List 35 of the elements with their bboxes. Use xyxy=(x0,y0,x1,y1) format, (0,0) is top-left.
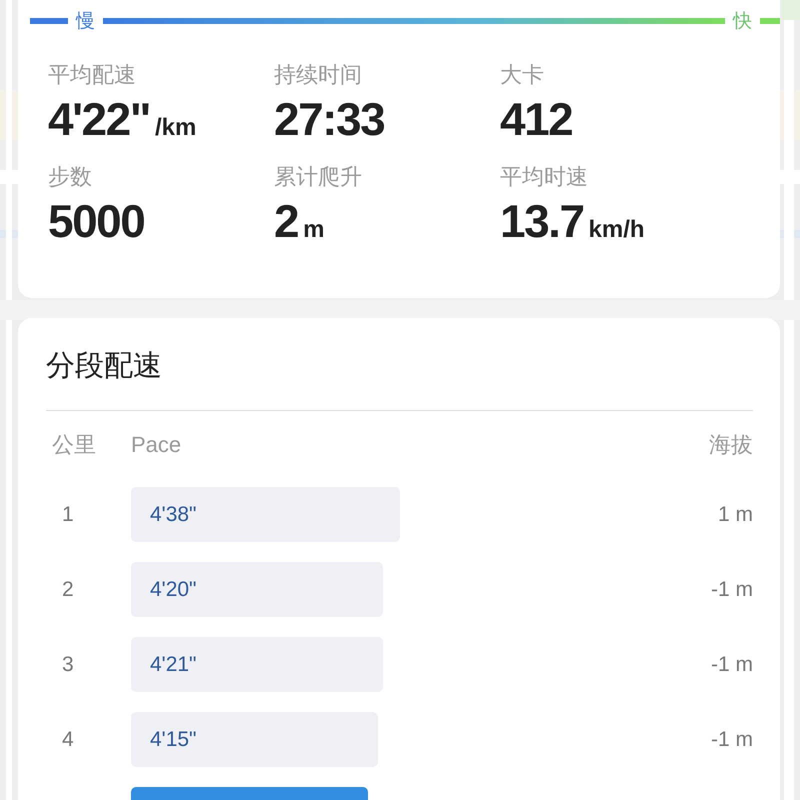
stat-value: 2 xyxy=(274,194,298,248)
km-number: 2 xyxy=(61,578,75,602)
elevation-value: 1 m xyxy=(716,502,753,526)
fast-label: 快 xyxy=(733,10,752,34)
stat-unit: km/h xyxy=(588,216,645,244)
pace-value: 4'20" xyxy=(150,577,197,602)
slow-color-bar xyxy=(30,18,68,24)
km-number: 3 xyxy=(61,652,75,676)
stat-label: 持续时间 xyxy=(274,62,363,88)
pace-value: 4'21" xyxy=(150,652,197,677)
stat-label: 平均时速 xyxy=(500,164,589,190)
column-header: 海拔 xyxy=(709,431,753,459)
stat-value: 5000 xyxy=(48,194,144,248)
pace-value: 4'15" xyxy=(150,727,197,752)
section-title: 分段配速 xyxy=(46,349,163,384)
elevation-value: -1 m xyxy=(710,652,753,676)
km-number: 1 xyxy=(61,502,75,526)
stat-label: 累计爬升 xyxy=(274,164,363,190)
stat-unit: /km xyxy=(155,114,196,142)
column-header: Pace xyxy=(131,432,182,458)
stat-value: 13.7 xyxy=(500,194,584,248)
elevation-value: -1 m xyxy=(710,728,753,752)
elevation-value: -1 m xyxy=(710,578,753,602)
fast-color-bar xyxy=(760,18,780,24)
stat-label: 大卡 xyxy=(500,62,545,88)
stat-value: 412 xyxy=(500,92,572,146)
stat-value: 27:33 xyxy=(274,92,384,146)
stat-label: 平均配速 xyxy=(48,62,137,88)
pace-value: 4'38" xyxy=(150,502,197,527)
stat-label: 步数 xyxy=(48,164,93,190)
stat-value: 4'22" xyxy=(48,92,150,146)
column-header: 公里 xyxy=(51,431,97,459)
km-number: 4 xyxy=(61,728,75,752)
slow-label: 慢 xyxy=(76,10,95,34)
stat-unit: m xyxy=(303,216,324,244)
